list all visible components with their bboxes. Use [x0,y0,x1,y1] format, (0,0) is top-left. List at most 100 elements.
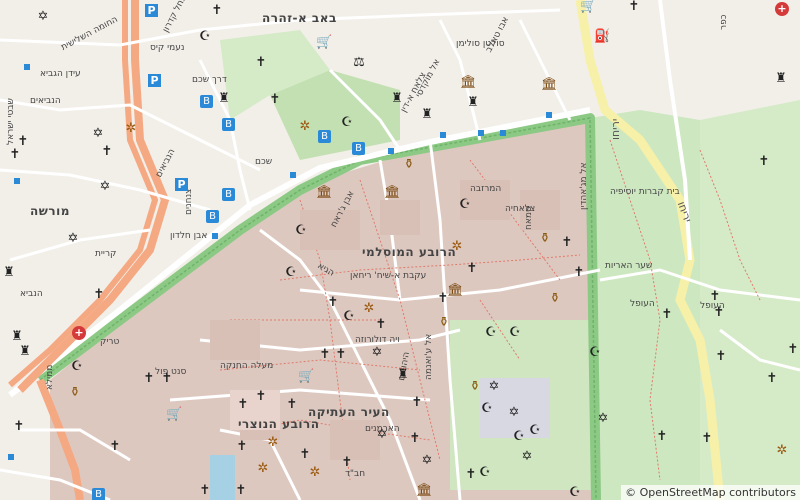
church-icon-17[interactable]: ✝ [318,348,332,362]
church-icon-7[interactable]: ✝ [560,236,574,250]
parking-icon-3[interactable]: P [175,178,188,191]
church-icon-21[interactable]: ✝ [142,372,156,386]
museum-icon-6[interactable]: 🏛 [460,76,477,90]
church-icon-26[interactable]: ✝ [285,398,299,412]
church-icon-12[interactable]: ✝ [326,296,340,310]
monument-icon-4[interactable]: ♜ [2,266,16,280]
mosque-icon-11[interactable]: ☪ [480,402,494,416]
church-icon-16[interactable]: ✝ [374,318,388,332]
bus-stop-icon-1[interactable]: B [200,95,213,108]
church-icon-10[interactable]: ✝ [92,288,106,302]
monument-icon-3[interactable]: ♜ [420,108,434,122]
bus-stop-marker-9[interactable] [546,112,552,118]
vase-icon-2[interactable]: ⚱ [538,232,552,246]
church-icon-13[interactable]: ✝ [708,290,722,304]
bus-stop-marker-6[interactable] [500,130,506,136]
star-icon-1[interactable]: ✲ [124,122,138,136]
museum-icon-2[interactable]: 🏛 [316,186,333,200]
church-icon-27[interactable]: ✝ [410,396,424,410]
star-icon-6[interactable]: ✲ [775,444,789,458]
bus-stop-marker-8[interactable] [388,148,394,154]
synagogue-icon-10[interactable]: ✡ [420,454,434,468]
synagogue-icon-3[interactable]: ✡ [98,180,112,194]
monument-icon-6[interactable]: ♜ [18,345,32,359]
mosque-icon-3[interactable]: ☪ [458,198,472,212]
museum-icon-3[interactable]: 🏛 [384,186,401,200]
mosque-icon-6[interactable]: ☪ [342,310,356,324]
monument-icon-2[interactable]: ♜ [390,92,404,106]
church-icon-32[interactable]: ✝ [108,440,122,454]
vase-icon-3[interactable]: ⚱ [548,292,562,306]
church-icon-40[interactable]: ✝ [627,0,641,14]
church-icon-8[interactable]: ✝ [465,262,479,276]
church-icon-20[interactable]: ✝ [714,350,728,364]
mosque-icon-2[interactable]: ☪ [340,116,354,130]
hospital-icon-1[interactable]: + [72,326,86,340]
church-icon-29[interactable]: ✝ [408,432,422,446]
church-icon-5[interactable]: ✝ [8,148,22,162]
mosque-icon-9[interactable]: ☪ [588,346,602,360]
bus-stop-marker-10[interactable] [8,454,14,460]
synagogue-icon-7[interactable]: ✡ [507,406,521,420]
synagogue-icon-4[interactable]: ✡ [66,232,80,246]
shop-icon-3[interactable]: 🛒 [166,408,182,422]
bus-stop-icon-6[interactable]: B [206,210,219,223]
mosque-icon-12[interactable]: ☪ [512,430,526,444]
vase-icon-4[interactable]: ⚱ [437,316,451,330]
bus-stop-icon-7[interactable]: B [92,488,105,500]
bus-stop-marker-2[interactable] [14,178,20,184]
church-icon-30[interactable]: ✝ [655,430,669,444]
mosque-icon-4[interactable]: ☪ [294,224,308,238]
vase-icon-5[interactable]: ⚱ [68,386,82,400]
church-icon-36[interactable]: ✝ [464,468,478,482]
church-icon-38[interactable]: ✝ [234,484,248,498]
church-icon-34[interactable]: ✝ [298,448,312,462]
synagogue-icon-5[interactable]: ✡ [370,346,384,360]
monument-icon-9[interactable]: ♜ [466,96,480,110]
shop-icon-4[interactable]: 🛒 [580,0,596,14]
church-icon-35[interactable]: ✝ [340,456,354,470]
museum-icon-5[interactable]: 🏛 [416,484,433,498]
church-icon-2[interactable]: ✝ [254,56,268,70]
synagogue-icon-2[interactable]: ✡ [91,127,105,141]
star-icon-5[interactable]: ✲ [266,436,280,450]
church-icon-31[interactable]: ✝ [700,432,714,446]
synagogue-icon-6[interactable]: ✡ [487,380,501,394]
shop-icon-2[interactable]: 🛒 [298,370,314,384]
hospital-icon-2[interactable]: + [775,2,789,16]
monument-icon-8[interactable]: ♜ [774,72,788,86]
shop-icon-1[interactable]: 🛒 [316,36,332,50]
monument-icon-1[interactable]: ♜ [217,92,231,106]
bus-stop-marker-3[interactable] [212,233,218,239]
church-icon-19[interactable]: ✝ [786,343,800,357]
synagogue-icon-11[interactable]: ✡ [520,450,534,464]
bus-stop-icon-5[interactable]: B [222,188,235,201]
monument-icon-5[interactable]: ♜ [10,330,24,344]
star-icon-7[interactable]: ✲ [256,462,270,476]
church-icon-22[interactable]: ✝ [160,372,174,386]
attribution[interactable]: © OpenStreetMap contributors [621,485,800,500]
church-icon-24[interactable]: ✝ [254,390,268,404]
church-icon-6[interactable]: ✝ [100,145,114,159]
church-icon-33[interactable]: ✝ [235,440,249,454]
church-icon-39[interactable]: ✝ [757,155,771,169]
church-icon-18[interactable]: ✝ [334,348,348,362]
church-icon-23[interactable]: ✝ [765,372,779,386]
church-icon-11[interactable]: ✝ [436,292,450,306]
mosque-icon-1[interactable]: ☪ [198,30,212,44]
bus-stop-marker-1[interactable] [24,64,30,70]
courthouse-icon[interactable]: ⚖ [352,56,366,70]
synagogue-icon[interactable]: ✡ [36,10,50,24]
mosque-icon-10[interactable]: ☪ [70,360,84,374]
church-icon-37[interactable]: ✝ [198,484,212,498]
parking-icon[interactable]: P [145,4,158,17]
vase-icon-6[interactable]: ⚱ [468,380,482,394]
vase-icon-1[interactable]: ⚱ [402,158,416,172]
church-icon-25[interactable]: ✝ [236,398,250,412]
church-icon-3[interactable]: ✝ [268,93,282,107]
church-icon-1[interactable]: ✝ [210,4,224,18]
mosque-icon-8[interactable]: ☪ [508,326,522,340]
bus-stop-icon-3[interactable]: B [318,130,331,143]
mosque-icon-14[interactable]: ☪ [478,466,492,480]
bus-stop-icon-4[interactable]: B [352,142,365,155]
